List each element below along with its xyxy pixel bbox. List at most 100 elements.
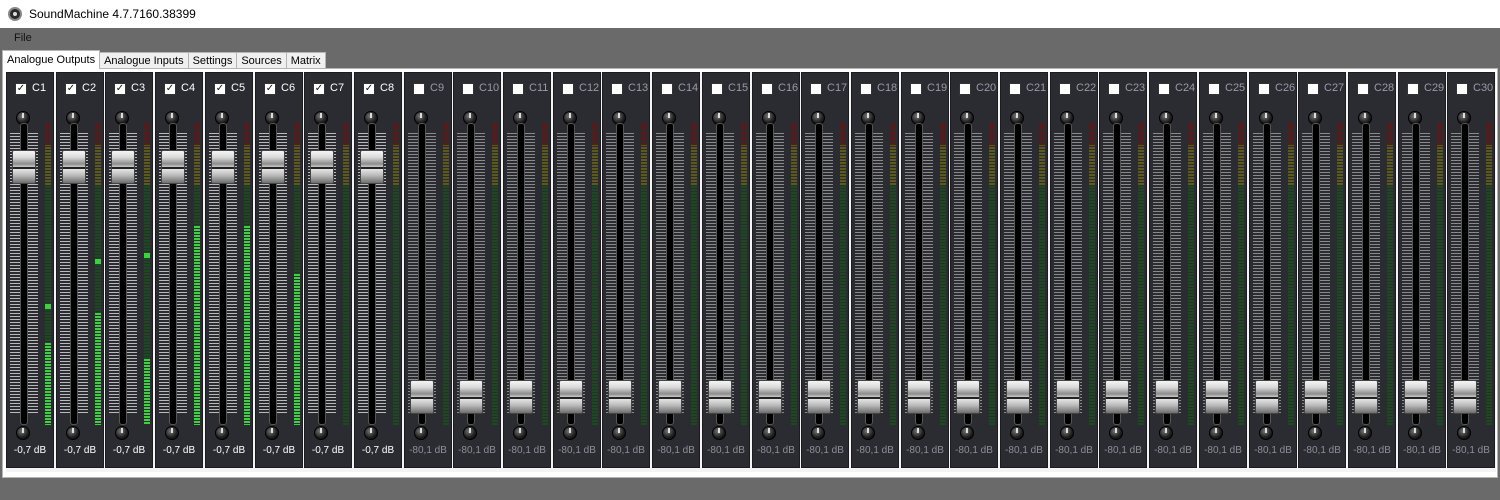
channel-enable-checkbox[interactable]: [1108, 83, 1120, 95]
channel-enable-checkbox[interactable]: ✓: [264, 83, 276, 95]
channel-enable-checkbox[interactable]: [810, 83, 822, 95]
pan-knob-icon[interactable]: [1308, 426, 1322, 440]
pan-knob-icon[interactable]: [513, 426, 527, 440]
pan-knob-icon[interactable]: [1457, 426, 1471, 440]
fader-thumb[interactable]: [459, 380, 483, 414]
fader-thumb[interactable]: [807, 380, 831, 414]
pan-knob-icon[interactable]: [1408, 426, 1422, 440]
channel-enable-checkbox[interactable]: [562, 83, 574, 95]
pan-knob-icon[interactable]: [1109, 426, 1123, 440]
menu-file[interactable]: File: [14, 32, 32, 44]
channel-enable-checkbox[interactable]: ✓: [65, 83, 77, 95]
fader-thumb[interactable]: [907, 380, 931, 414]
pan-knob-icon[interactable]: [1010, 426, 1024, 440]
fader-thumb[interactable]: [1354, 380, 1378, 414]
pan-knob-icon[interactable]: [861, 426, 875, 440]
pan-knob-icon[interactable]: [1159, 426, 1173, 440]
channel-label: C9: [430, 82, 445, 94]
channel-enable-checkbox[interactable]: ✓: [164, 83, 176, 95]
channel-enable-checkbox[interactable]: ✓: [15, 83, 27, 95]
pan-knob-icon[interactable]: [712, 426, 726, 440]
fader-thumb[interactable]: [1056, 380, 1080, 414]
channel-enable-checkbox[interactable]: [860, 83, 872, 95]
fader-thumb[interactable]: [261, 150, 285, 184]
channel-enable-checkbox[interactable]: [910, 83, 922, 95]
pan-knob-icon[interactable]: [314, 426, 328, 440]
pan-knob-icon[interactable]: [612, 426, 626, 440]
channel-enable-checkbox[interactable]: [462, 83, 474, 95]
pan-knob-icon[interactable]: [811, 426, 825, 440]
pan-knob-icon[interactable]: [364, 426, 378, 440]
fader-thumb[interactable]: [310, 150, 334, 184]
pan-knob-icon[interactable]: [1060, 426, 1074, 440]
channel-enable-checkbox[interactable]: [761, 83, 773, 95]
channel-enable-checkbox[interactable]: [611, 83, 623, 95]
tab-settings[interactable]: Settings: [187, 52, 238, 69]
pan-knob-icon[interactable]: [1259, 426, 1273, 440]
fader-thumb[interactable]: [857, 380, 881, 414]
channel-enable-checkbox[interactable]: [1357, 83, 1369, 95]
fader-thumb[interactable]: [1304, 380, 1328, 414]
channel-enable-checkbox[interactable]: [711, 83, 723, 95]
fader-thumb[interactable]: [559, 380, 583, 414]
fader-thumb[interactable]: [1105, 380, 1129, 414]
pan-knob-icon[interactable]: [911, 426, 925, 440]
fader-thumb[interactable]: [1453, 380, 1477, 414]
fader-thumb[interactable]: [509, 380, 533, 414]
channel-enable-checkbox[interactable]: [1009, 83, 1021, 95]
channel-enable-checkbox[interactable]: [413, 83, 425, 95]
channel-enable-checkbox[interactable]: [1208, 83, 1220, 95]
tab-matrix[interactable]: Matrix: [285, 52, 326, 69]
channel-strip: C26 -80,1 dB: [1249, 72, 1297, 468]
fader-thumb[interactable]: [410, 380, 434, 414]
pan-knob-icon[interactable]: [762, 426, 776, 440]
tab-sources[interactable]: Sources: [236, 52, 287, 69]
channel-strip: C19 -80,1 dB: [901, 72, 949, 468]
fader-thumb[interactable]: [360, 150, 384, 184]
channel-enable-checkbox[interactable]: [1158, 83, 1170, 95]
channel-enable-checkbox[interactable]: [959, 83, 971, 95]
fader-thumb[interactable]: [1155, 380, 1179, 414]
pan-knob-icon[interactable]: [414, 426, 428, 440]
channel-enable-checkbox[interactable]: [1456, 83, 1468, 95]
pan-knob-icon[interactable]: [1358, 426, 1372, 440]
fader-thumb[interactable]: [1006, 380, 1030, 414]
pan-knob-icon[interactable]: [16, 426, 30, 440]
fader-thumb[interactable]: [111, 150, 135, 184]
fader-thumb[interactable]: [758, 380, 782, 414]
level-meter: [244, 123, 250, 425]
fader-thumb[interactable]: [161, 150, 185, 184]
fader-thumb[interactable]: [658, 380, 682, 414]
channel-enable-checkbox[interactable]: [1258, 83, 1270, 95]
pan-knob-icon[interactable]: [115, 426, 129, 440]
pan-knob-icon[interactable]: [563, 426, 577, 440]
pan-knob-icon[interactable]: [165, 426, 179, 440]
fader-thumb[interactable]: [1205, 380, 1229, 414]
channel-enable-checkbox[interactable]: [1307, 83, 1319, 95]
pan-knob-icon[interactable]: [1209, 426, 1223, 440]
pan-knob-icon[interactable]: [265, 426, 279, 440]
channel-enable-checkbox[interactable]: [1407, 83, 1419, 95]
tab-analogue-outputs[interactable]: Analogue Outputs: [2, 50, 101, 69]
channel-enable-checkbox[interactable]: [512, 83, 524, 95]
pan-knob-icon[interactable]: [66, 426, 80, 440]
fader-thumb[interactable]: [1404, 380, 1428, 414]
fader-thumb[interactable]: [608, 380, 632, 414]
tab-analogue-inputs[interactable]: Analogue Inputs: [99, 52, 189, 69]
fader-thumb[interactable]: [62, 150, 86, 184]
pan-knob-icon[interactable]: [960, 426, 974, 440]
fader-thumb[interactable]: [708, 380, 732, 414]
pan-knob-icon[interactable]: [662, 426, 676, 440]
channel-enable-checkbox[interactable]: [661, 83, 673, 95]
pan-knob-icon[interactable]: [463, 426, 477, 440]
channel-enable-checkbox[interactable]: ✓: [313, 83, 325, 95]
fader-thumb[interactable]: [1255, 380, 1279, 414]
channel-enable-checkbox[interactable]: [1059, 83, 1071, 95]
channel-enable-checkbox[interactable]: ✓: [363, 83, 375, 95]
fader-thumb[interactable]: [211, 150, 235, 184]
fader-thumb[interactable]: [956, 380, 980, 414]
channel-enable-checkbox[interactable]: ✓: [114, 83, 126, 95]
fader-thumb[interactable]: [12, 150, 36, 184]
channel-enable-checkbox[interactable]: ✓: [214, 83, 226, 95]
pan-knob-icon[interactable]: [215, 426, 229, 440]
